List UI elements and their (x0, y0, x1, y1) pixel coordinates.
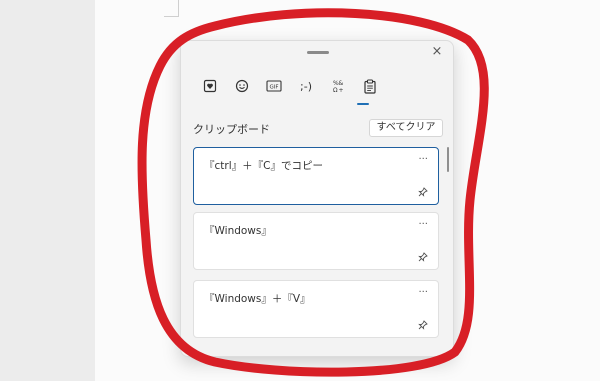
clipboard-icon (364, 79, 376, 94)
symbols-icon: % & Ω + (333, 80, 344, 93)
tab-kaomoji[interactable]: ;-) (295, 75, 317, 97)
clipboard-item[interactable]: 『ctrl』＋『C』でコピー ··· (193, 147, 439, 205)
tab-stickers[interactable] (199, 75, 221, 97)
tab-emoji[interactable] (231, 75, 253, 97)
pin-icon[interactable] (418, 320, 428, 330)
heart-card-icon (203, 79, 217, 93)
smiley-icon (235, 79, 249, 93)
gif-label: GIF (269, 84, 278, 90)
pin-icon[interactable] (418, 252, 428, 262)
more-options-button[interactable]: ··· (418, 154, 428, 165)
close-button[interactable]: × (430, 45, 444, 59)
more-options-button[interactable]: ··· (418, 219, 428, 230)
section-title: クリップボード (193, 123, 270, 136)
clear-all-button[interactable]: すべてクリア (369, 119, 443, 137)
svg-text:&: & (339, 80, 344, 87)
pin-icon[interactable] (418, 187, 428, 197)
tab-clipboard[interactable] (359, 75, 381, 97)
page-margin-corner (164, 0, 179, 17)
drag-handle[interactable] (307, 51, 329, 54)
tab-symbols[interactable]: % & Ω + (327, 75, 349, 97)
left-gray-strip (0, 0, 96, 381)
panel-tabs: GIF ;-) % & Ω + (199, 75, 379, 103)
clipboard-item-text: 『Windows』＋『V』 (204, 293, 311, 305)
kaomoji-icon: ;-) (300, 79, 312, 93)
scrollbar[interactable] (447, 147, 449, 172)
clipboard-item-text: 『Windows』 (204, 225, 272, 237)
svg-text:Ω: Ω (333, 87, 338, 93)
svg-text:+: + (339, 87, 344, 93)
selected-tab-indicator (357, 103, 369, 105)
more-options-button[interactable]: ··· (418, 287, 428, 298)
clipboard-item[interactable]: 『Windows』＋『V』 ··· (193, 280, 439, 338)
clipboard-item[interactable]: 『Windows』 ··· (193, 212, 439, 270)
clipboard-panel: × GIF ;-) % & Ω + クリップボード すべてクリア 『ctrl』＋… (180, 40, 454, 357)
tab-gif[interactable]: GIF (263, 75, 285, 97)
clipboard-item-text: 『ctrl』＋『C』でコピー (204, 160, 323, 172)
gif-icon: GIF (266, 80, 282, 92)
